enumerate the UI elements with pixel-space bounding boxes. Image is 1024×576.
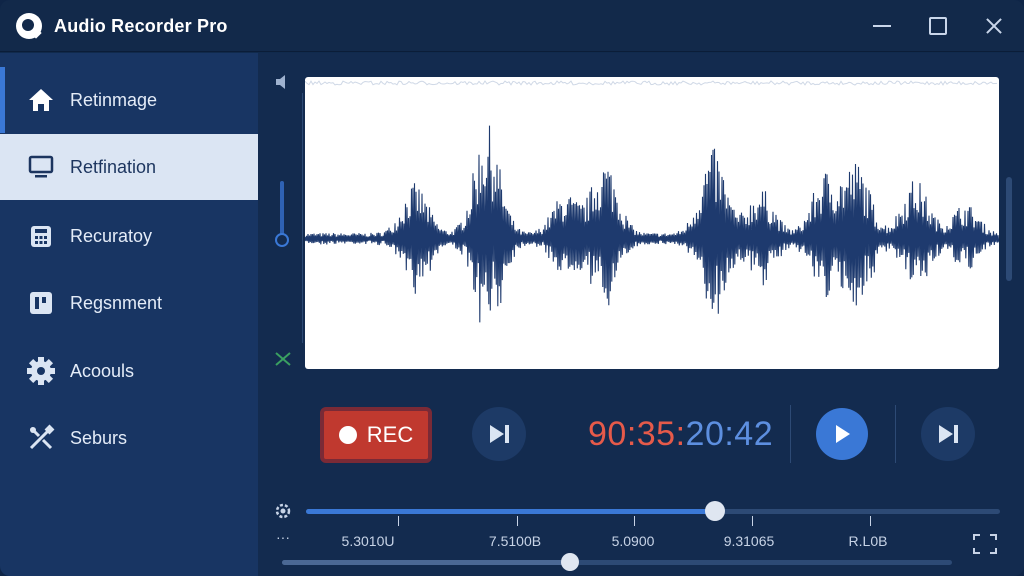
skip-forward-button[interactable] xyxy=(472,407,526,461)
timeline-settings-icon[interactable] xyxy=(274,502,292,520)
timeline-playhead[interactable] xyxy=(705,501,726,521)
home-icon xyxy=(26,85,56,115)
next-track-icon xyxy=(939,425,958,443)
sidebar-item-retfination[interactable]: Retfination xyxy=(0,134,258,200)
volume-icon[interactable] xyxy=(274,73,294,91)
divider xyxy=(895,405,896,463)
sidebar-item-label: Regsnment xyxy=(70,292,163,313)
app-logo-icon xyxy=(16,13,42,39)
sidebar-item-retinmage[interactable]: Retinmage xyxy=(0,67,258,133)
sidebar: Retinmage Retfination Recuratoy Regsnmen… xyxy=(0,53,258,576)
record-dot-icon xyxy=(338,426,357,444)
minimize-icon xyxy=(873,25,891,27)
maximize-icon xyxy=(929,17,947,35)
gain-slider-knob[interactable] xyxy=(275,233,289,247)
skip-forward-icon xyxy=(490,425,509,443)
monitor-icon xyxy=(26,152,56,182)
sidebar-item-seburs[interactable]: Seburs xyxy=(0,405,258,471)
tools-icon xyxy=(26,423,56,453)
main-panel: REC 90:35:20:42 ··· 5.3010U 7.5100B 5.09… xyxy=(258,53,1024,576)
horizontal-scrollbar[interactable] xyxy=(282,560,952,565)
waveform-display[interactable] xyxy=(304,77,1000,369)
sidebar-item-acoouls[interactable]: Acoouls xyxy=(0,338,258,404)
sidebar-item-label: Seburs xyxy=(70,427,128,448)
record-label: REC xyxy=(366,422,414,447)
scrollbar-thumb[interactable] xyxy=(561,553,580,571)
sidebar-item-recuratoy[interactable]: Recuratoy xyxy=(0,203,258,269)
timeline-tick-label: 9.31065 xyxy=(723,533,775,549)
timeline-tick-label: R.L0B xyxy=(848,533,888,549)
close-icon xyxy=(984,16,1004,36)
elapsed-timer: 90:35:20:42 xyxy=(588,415,773,454)
expand-icon[interactable] xyxy=(972,533,998,555)
timeline-track[interactable] xyxy=(306,509,1000,514)
title-bar: Audio Recorder Pro xyxy=(0,0,1024,52)
gain-slider[interactable] xyxy=(280,181,284,241)
waveform-trace xyxy=(304,125,1000,323)
vertical-scrollbar[interactable] xyxy=(1006,177,1012,281)
waveform xyxy=(304,80,1000,323)
sidebar-item-label: Recuratoy xyxy=(70,225,153,246)
vertical-ruler xyxy=(302,93,303,343)
timeline-progress xyxy=(306,509,716,514)
record-button[interactable]: REC xyxy=(320,407,432,463)
minimize-button[interactable] xyxy=(868,12,896,40)
app-window: Audio Recorder Pro Retinmage Retfination… xyxy=(0,0,1024,576)
scrollbar-fill xyxy=(282,560,571,565)
play-button[interactable] xyxy=(816,408,868,460)
timeline-tick xyxy=(398,516,399,526)
segment-icon xyxy=(26,288,56,318)
app-title: Audio Recorder Pro xyxy=(54,16,228,36)
trim-icon[interactable] xyxy=(274,351,292,367)
sidebar-item-label: Acoouls xyxy=(70,360,135,381)
timer-part-red: 90:35: xyxy=(588,415,686,453)
timeline-tick xyxy=(752,516,753,526)
close-button[interactable] xyxy=(980,12,1008,40)
sidebar-item-regsnment[interactable]: Regsnment xyxy=(0,270,258,336)
maximize-button[interactable] xyxy=(924,12,952,40)
timeline-tick-label: 7.5100B xyxy=(488,533,542,549)
timer-part-blue: 20:42 xyxy=(685,415,774,453)
timeline-tick-label: 5.3010U xyxy=(341,533,395,549)
sidebar-item-label: Retfination xyxy=(70,156,157,177)
calculator-icon xyxy=(26,221,56,251)
sidebar-item-label: Retinmage xyxy=(70,89,158,110)
next-track-button[interactable] xyxy=(921,407,975,461)
timeline-tick xyxy=(517,516,518,526)
play-icon xyxy=(836,425,850,443)
gear-icon xyxy=(26,356,56,386)
timeline-tick xyxy=(870,516,871,526)
timeline-tick xyxy=(634,516,635,526)
more-icon[interactable]: ··· xyxy=(276,529,290,545)
divider xyxy=(790,405,791,463)
timeline-tick-label: 5.0900 xyxy=(611,533,655,549)
waveform-top-noise xyxy=(304,80,998,86)
